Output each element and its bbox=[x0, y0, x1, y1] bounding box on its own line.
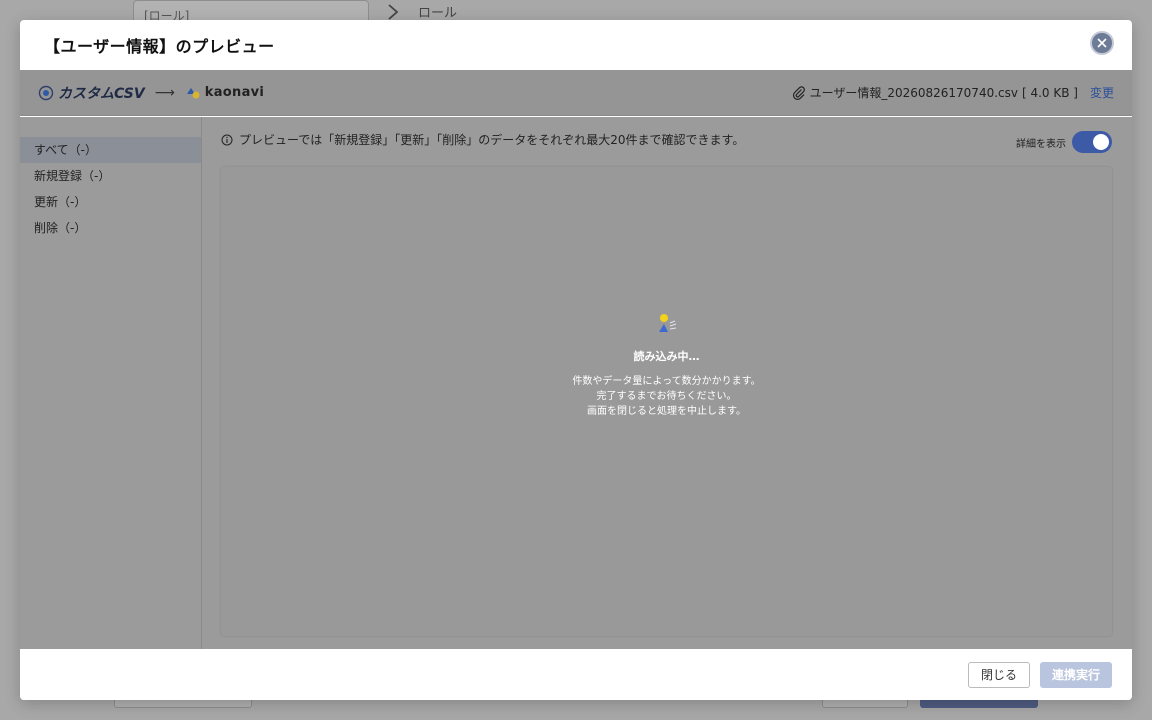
loading-indicator: 読み込み中… 件数やデータ量によって数分かかります。 完了するまでお待ちください… bbox=[221, 312, 1112, 419]
preview-modal: 【ユーザー情報】のプレビュー カスタムCSV ⟶ kaonavi ユーザー情報_… bbox=[20, 20, 1132, 700]
file-name: ユーザー情報_20260826170740.csv bbox=[809, 86, 1018, 100]
sidebar-item-update[interactable]: 更新（-） bbox=[20, 189, 201, 215]
loading-title: 読み込み中… bbox=[633, 350, 700, 363]
source-connector: カスタムCSV bbox=[38, 83, 145, 103]
detail-toggle-group: 詳細を表示 bbox=[1016, 131, 1112, 153]
modal-body: すべて（-） 新規登録（-） 更新（-） 削除（-） プレビューでは「新規登録」… bbox=[20, 117, 1132, 649]
preview-main: プレビューでは「新規登録」「更新」「削除」のデータをそれぞれ最大20件まで確認で… bbox=[203, 117, 1132, 649]
sidebar-item-delete[interactable]: 削除（-） bbox=[20, 215, 201, 241]
flow-arrow-icon: ⟶ bbox=[154, 84, 175, 101]
loading-message-line3: 画面を閉じると処理を中止します。 bbox=[587, 406, 746, 417]
sidebar-item-all[interactable]: すべて（-） bbox=[20, 137, 201, 163]
detail-toggle-label: 詳細を表示 bbox=[1016, 138, 1066, 150]
modal-header: 【ユーザー情報】のプレビュー bbox=[20, 20, 1132, 70]
filter-sidebar: すべて（-） 新規登録（-） 更新（-） 削除（-） bbox=[20, 117, 202, 649]
run-sync-button[interactable]: 連携実行 bbox=[1039, 661, 1112, 688]
detail-toggle[interactable] bbox=[1072, 131, 1112, 153]
background-breadcrumb-role: ロール bbox=[418, 6, 458, 21]
destination-label: kaonavi bbox=[204, 85, 265, 100]
modal-title: 【ユーザー情報】のプレビュー bbox=[44, 37, 275, 56]
custom-csv-logo-icon bbox=[38, 85, 54, 100]
file-size: [ 4.0 KB ] bbox=[1021, 85, 1078, 100]
preview-panel: 読み込み中… 件数やデータ量によって数分かかります。 完了するまでお待ちください… bbox=[221, 167, 1112, 636]
kaonavi-logo-icon bbox=[186, 87, 200, 98]
info-icon bbox=[221, 134, 233, 145]
paperclip-icon bbox=[792, 85, 805, 100]
info-message: プレビューでは「新規登録」「更新」「削除」のデータをそれぞれ最大20件まで確認で… bbox=[221, 131, 744, 148]
close-icon[interactable] bbox=[1090, 31, 1114, 55]
chevron-right-icon bbox=[388, 4, 399, 20]
destination-connector: kaonavi bbox=[185, 85, 264, 101]
change-file-link[interactable]: 変更 bbox=[1090, 84, 1114, 101]
file-info: ユーザー情報_20260826170740.csv [ 4.0 KB ] 変更 bbox=[792, 84, 1114, 101]
source-label: カスタムCSV bbox=[58, 85, 145, 102]
close-button[interactable]: 閉じる bbox=[967, 661, 1030, 688]
sidebar-item-new[interactable]: 新規登録（-） bbox=[20, 163, 201, 189]
connection-flow-bar: カスタムCSV ⟶ kaonavi ユーザー情報_20260826170740.… bbox=[20, 70, 1132, 116]
loading-message-line1: 件数やデータ量によって数分かかります。 bbox=[572, 376, 761, 387]
loading-message-line2: 完了するまでお待ちください。 bbox=[596, 391, 737, 402]
loading-spinner-icon bbox=[658, 314, 676, 332]
info-text: プレビューでは「新規登録」「更新」「削除」のデータをそれぞれ最大20件まで確認で… bbox=[239, 133, 745, 147]
modal-footer: 閉じる 連携実行 bbox=[20, 649, 1132, 700]
